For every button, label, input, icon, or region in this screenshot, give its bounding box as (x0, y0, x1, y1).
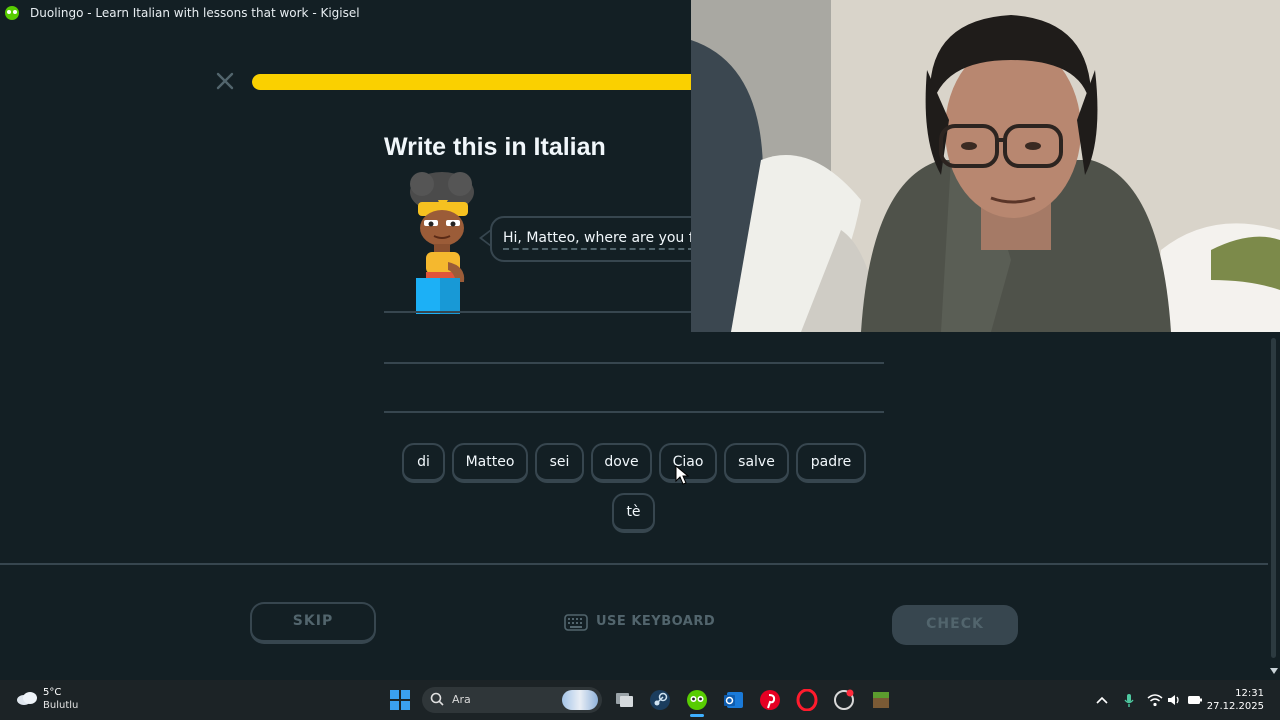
answer-line-3 (384, 411, 884, 413)
windows-taskbar (0, 680, 1280, 720)
prompt-title: Write this in Italian (384, 133, 606, 161)
wifi-icon[interactable] (1147, 692, 1163, 708)
active-app-indicator (690, 714, 704, 717)
battery-icon[interactable] (1187, 692, 1203, 708)
volume-icon[interactable] (1166, 692, 1182, 708)
scroll-down-arrow-icon[interactable] (1270, 668, 1278, 674)
cloud-weather-icon[interactable] (16, 690, 38, 706)
window-title: Duolingo - Learn Italian with lessons th… (30, 6, 360, 20)
search-highlight-art (562, 690, 598, 710)
clock-date[interactable]: 27.12.2025 (1206, 701, 1264, 712)
duolingo-app-icon (5, 6, 19, 20)
character-illustration (410, 172, 474, 314)
opera-gx-icon[interactable] (833, 689, 855, 711)
page-scrollbar[interactable] (1268, 330, 1280, 680)
weather-condition[interactable]: Bulutlu (43, 700, 78, 711)
mouse-cursor-icon (675, 465, 689, 485)
task-view-icon[interactable] (614, 689, 636, 711)
scrollbar-thumb[interactable] (1271, 338, 1276, 658)
webcam-overlay (691, 0, 1280, 332)
word-chip-padre[interactable]: padre (796, 443, 866, 483)
word-chip-matteo[interactable]: Matteo (452, 443, 528, 483)
close-lesson-icon[interactable] (214, 70, 236, 92)
word-chip-salve[interactable]: salve (724, 443, 789, 483)
opera-browser-icon[interactable] (796, 689, 818, 711)
sentence-to-translate: Hi, Matteo, where are you f (503, 230, 694, 250)
answer-line-2 (384, 362, 884, 364)
clock-time[interactable]: 12:31 (1232, 688, 1264, 699)
windows-start-icon[interactable] (389, 689, 411, 711)
word-chip-sei[interactable]: sei (535, 443, 584, 483)
show-hidden-icons-chevron-icon[interactable] (1094, 692, 1110, 708)
word-chip-te[interactable]: tè (612, 493, 655, 533)
word-chip-di[interactable]: di (402, 443, 445, 483)
search-icon (430, 692, 444, 706)
word-chip-dove[interactable]: dove (591, 443, 652, 483)
search-placeholder: Ara (452, 693, 471, 706)
microphone-icon[interactable] (1121, 692, 1137, 708)
outlook-icon[interactable] (723, 689, 745, 711)
keyboard-icon (564, 614, 588, 631)
taskbar-search-box[interactable]: Ara (422, 687, 602, 713)
check-button[interactable]: CHECK (892, 605, 1018, 645)
steam-icon[interactable] (649, 689, 671, 711)
minecraft-icon[interactable] (870, 689, 892, 711)
skip-button[interactable]: SKIP (250, 602, 376, 644)
duolingo-taskbar-icon[interactable] (686, 689, 708, 711)
use-keyboard-label: USE KEYBOARD (596, 614, 716, 629)
weather-temperature[interactable]: 5°C (43, 687, 61, 698)
footer-divider (0, 563, 1268, 565)
pinterest-icon[interactable] (759, 689, 781, 711)
